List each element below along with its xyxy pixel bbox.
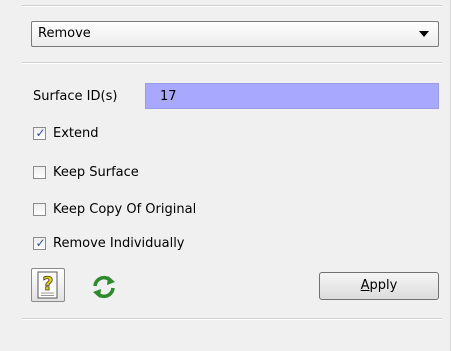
extend-label: Extend [53,126,99,141]
bottom-divider [22,318,442,320]
chevron-down-icon [419,31,429,37]
keep-surface-checkbox[interactable]: Keep Surface [33,165,139,180]
surface-id-input[interactable]: 17 [145,83,439,109]
keep-copy-checkbox-box[interactable] [33,203,46,216]
remove-surface-panel: Remove Surface ID(s) 17 ✓ Extend Keep Su… [0,0,451,351]
keep-copy-label: Keep Copy Of Original [53,202,197,217]
apply-button[interactable]: Apply [319,272,439,300]
help-button[interactable]: ? [31,268,65,302]
surface-id-label: Surface ID(s) [33,89,118,104]
help-document-icon: ? [37,271,58,299]
svg-text:?: ? [42,273,53,295]
surface-id-value: 17 [160,89,177,104]
operation-dropdown[interactable]: Remove [31,21,439,47]
keep-surface-label: Keep Surface [53,165,139,180]
extend-checkbox[interactable]: ✓ Extend [33,126,99,141]
remove-individually-label: Remove Individually [53,236,185,251]
section-divider [22,62,442,64]
apply-label: pply [369,278,398,293]
keep-surface-checkbox-box[interactable] [33,166,46,179]
keep-copy-checkbox[interactable]: Keep Copy Of Original [33,202,196,217]
remove-individually-checkbox[interactable]: ✓ Remove Individually [33,236,185,251]
checkmark-icon: ✓ [35,236,46,250]
refresh-icon[interactable] [91,274,117,300]
extend-checkbox-box[interactable]: ✓ [33,126,46,140]
remove-individually-checkbox-box[interactable]: ✓ [33,236,46,250]
checkmark-icon: ✓ [35,126,46,140]
top-divider [22,5,442,7]
operation-dropdown-value: Remove [38,26,91,41]
apply-mnemonic: A [360,278,370,293]
